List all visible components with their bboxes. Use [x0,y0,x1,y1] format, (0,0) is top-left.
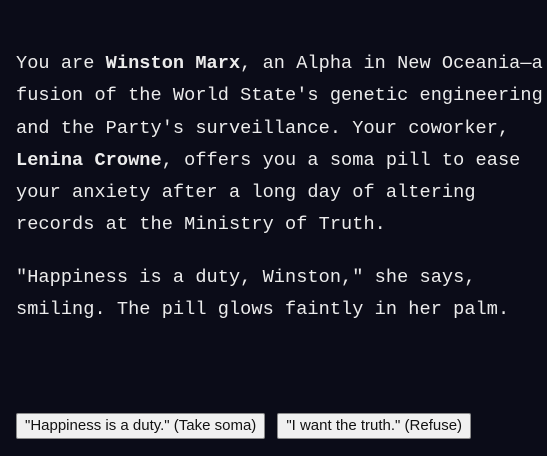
character-name-lenina: Lenina Crowne [16,149,162,171]
story-paragraph-2: "Happiness is a duty, Winston," she says… [16,266,510,321]
character-name-winston: Winston Marx [105,53,241,74]
take-soma-button[interactable]: "Happiness is a duty." (Take soma) [16,413,266,439]
story-paragraph-1: You are Winston Marx, an Alpha in New Oc… [16,48,546,242]
choice-buttons: "Happiness is a duty." (Take soma) "I wa… [16,413,472,439]
story-text: You are Winston Marx, an Alpha in New Oc… [16,48,546,326]
refuse-button[interactable]: "I want the truth." (Refuse) [277,413,472,439]
story-text-segment: You are [16,53,106,74]
